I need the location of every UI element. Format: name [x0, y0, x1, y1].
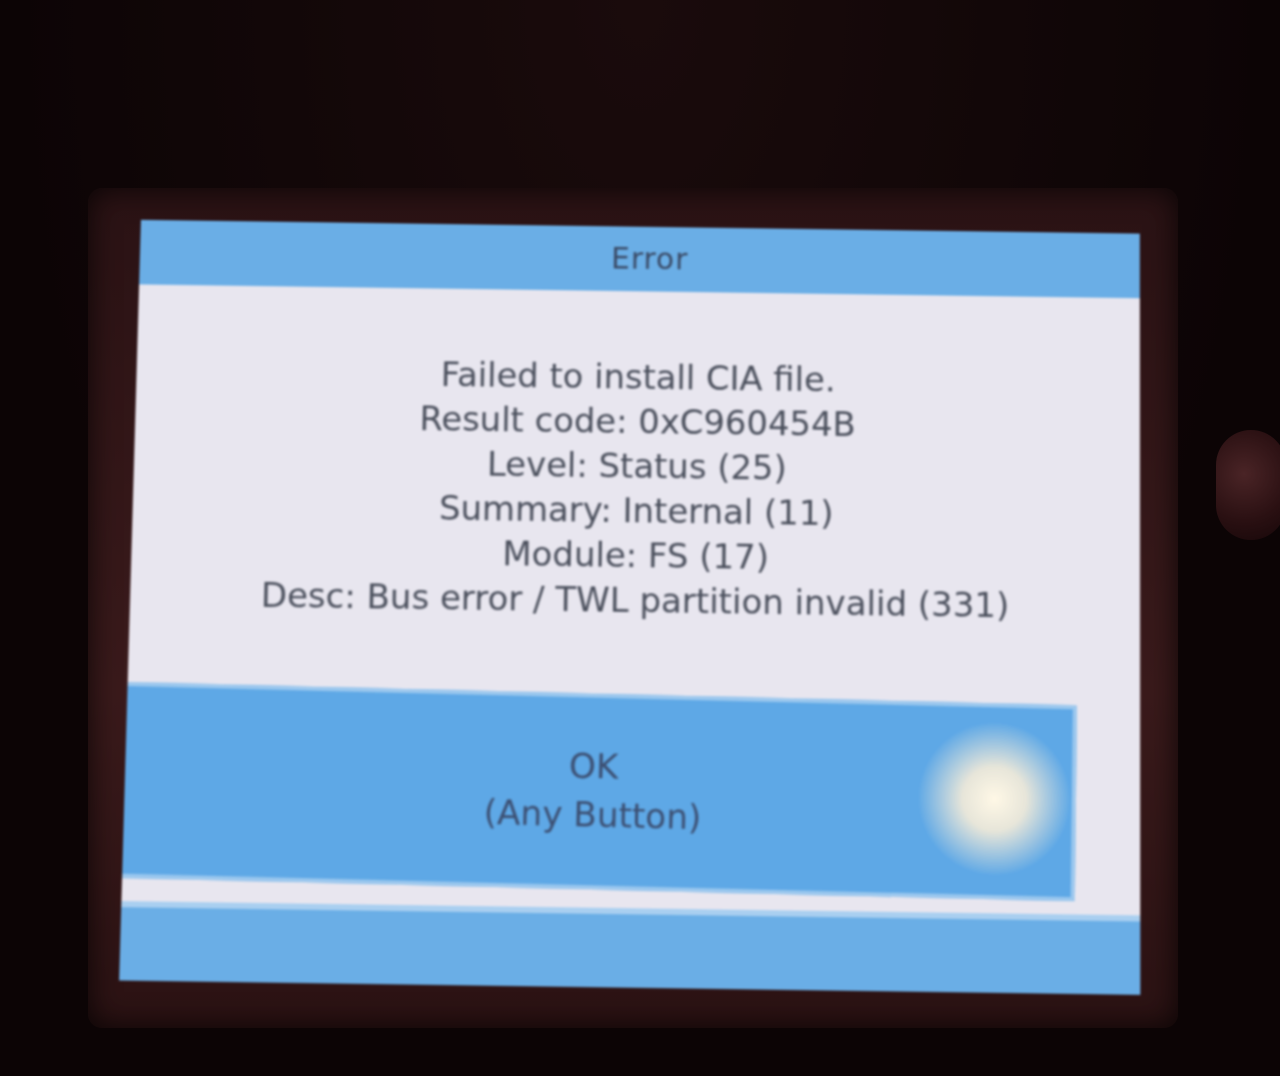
- ok-button-label: OK: [568, 742, 619, 792]
- light-glare: [918, 722, 1069, 876]
- bottom-bar: [119, 907, 1140, 995]
- error-message: Failed to install CIA file. Result code:…: [130, 349, 1141, 631]
- device-side-button: [1216, 430, 1280, 540]
- ok-button-hint: (Any Button): [483, 789, 702, 843]
- dialog-title: Error: [611, 241, 689, 276]
- dialog-title-bar: Error: [139, 220, 1140, 298]
- device-frame: Error Failed to install CIA file. Result…: [0, 0, 1280, 1076]
- error-dialog-screen: Error Failed to install CIA file. Result…: [119, 220, 1140, 995]
